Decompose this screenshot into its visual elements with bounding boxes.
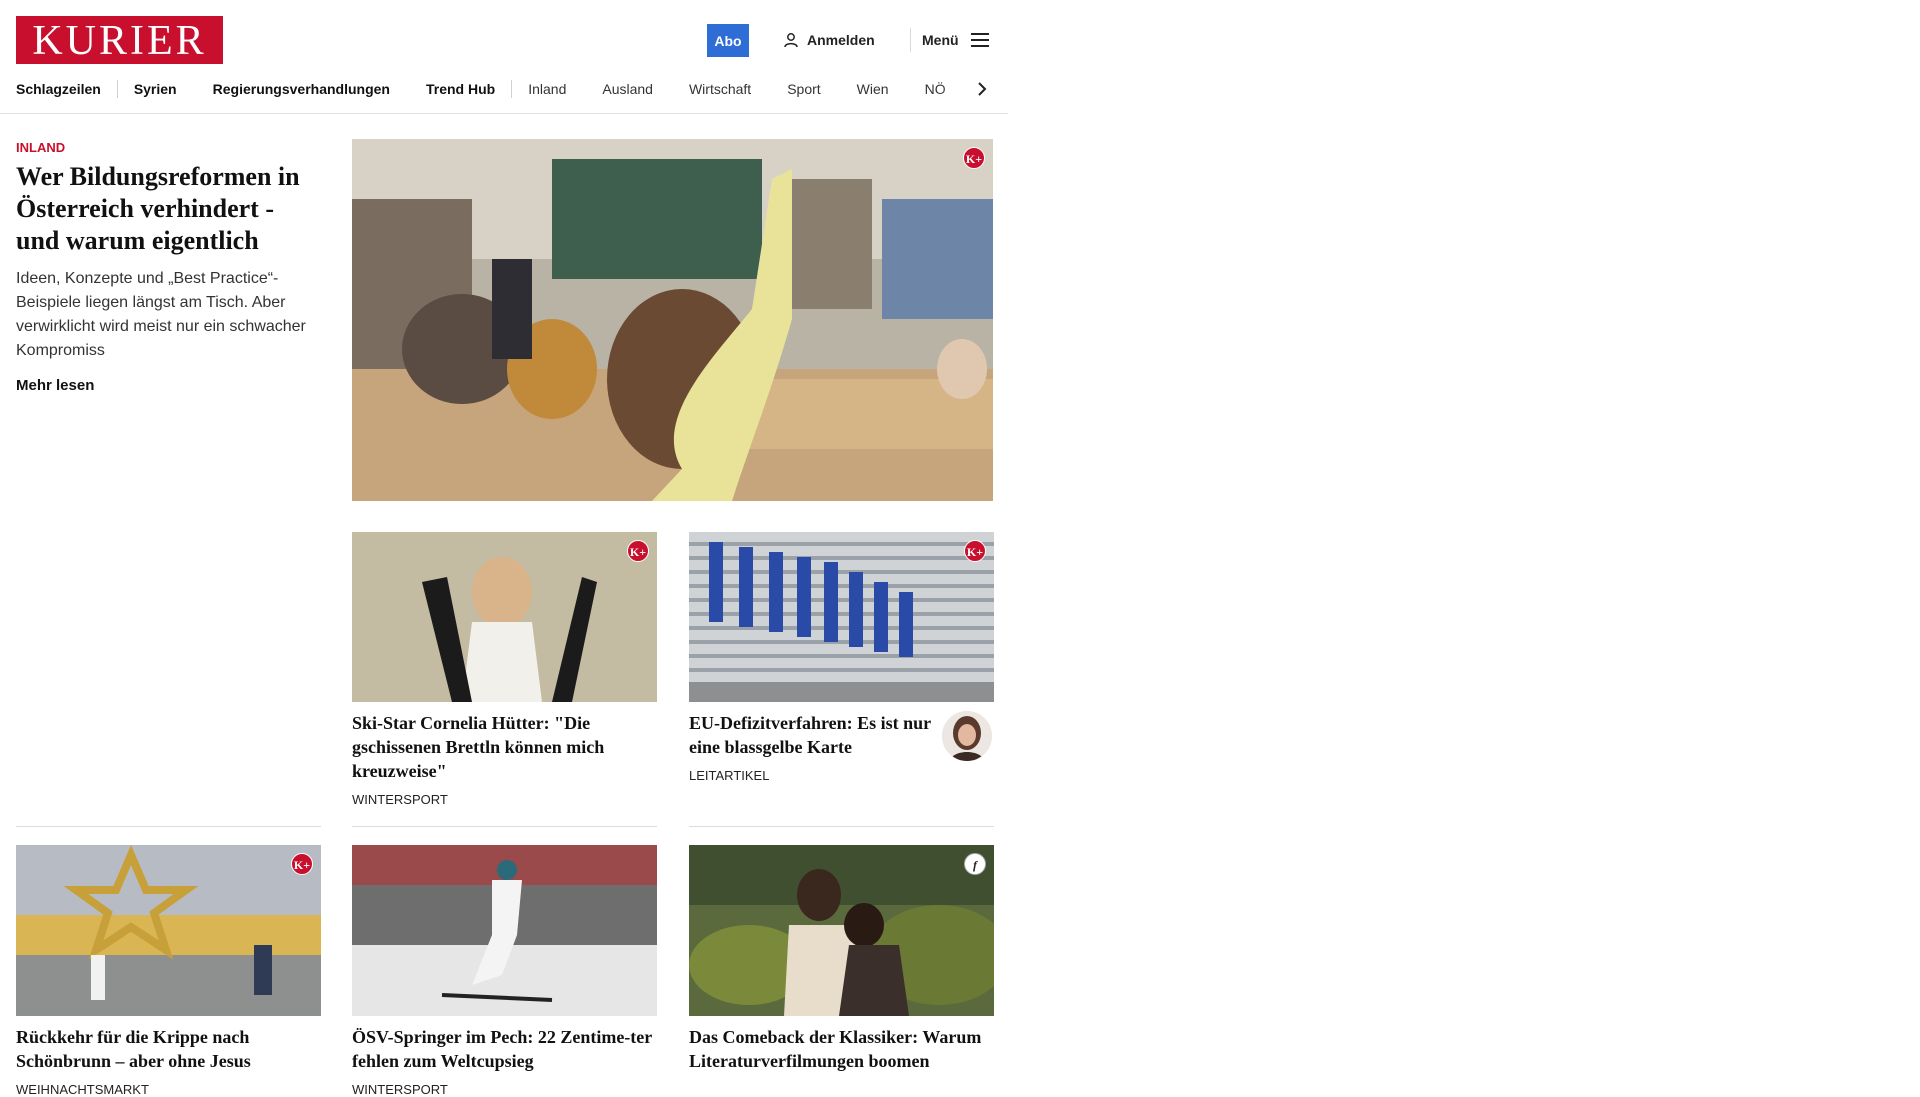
- read-more-link[interactable]: Mehr lesen: [16, 377, 322, 394]
- card-image-huetter[interactable]: K+: [352, 532, 657, 702]
- nav-divider: [511, 80, 513, 98]
- row-divider: [352, 826, 657, 827]
- nav-scroll-right-button[interactable]: [972, 78, 992, 100]
- user-icon: [784, 33, 798, 48]
- login-button[interactable]: Anmelden: [783, 28, 875, 52]
- nav-item-syrien[interactable]: Syrien: [134, 81, 177, 97]
- nav-item-sport[interactable]: Sport: [787, 81, 820, 97]
- card-category[interactable]: Weihnachtsmarkt: [16, 1082, 149, 1097]
- ski-jump-photo: [352, 845, 657, 1016]
- card-image-schoenbrunn[interactable]: K+: [16, 845, 321, 1016]
- nav-item-schlagzeilen[interactable]: Schlagzeilen: [16, 81, 101, 97]
- literature-film-photo: [689, 845, 994, 1016]
- card-title[interactable]: Das Comeback der Klassiker: Warum Litera…: [689, 1025, 994, 1073]
- lead-article[interactable]: Inland Wer Bildungsreformen in Österreic…: [16, 140, 322, 394]
- kplus-badge: K+: [291, 853, 313, 875]
- eu-flags-photo: [689, 532, 994, 702]
- nav-item-regierungsverhandlungen[interactable]: Regierungsverhandlungen: [213, 81, 390, 97]
- kplus-badge: K+: [963, 147, 985, 169]
- card-image-eu-flags[interactable]: K+: [689, 532, 994, 702]
- lead-image-classroom[interactable]: K+: [352, 139, 993, 501]
- row-divider: [689, 826, 994, 827]
- site-header: KURIER Abo Anmelden Menü Schlagzeilen Sy…: [0, 0, 1008, 114]
- nav-item-wirtschaft[interactable]: Wirtschaft: [689, 81, 751, 97]
- hamburger-icon: [970, 33, 989, 47]
- menu-label: Menü: [922, 32, 959, 48]
- kplus-badge: K+: [627, 540, 649, 562]
- header-divider: [910, 28, 911, 52]
- card-title[interactable]: EU-Defizitverfahren: Es ist nur eine bla…: [689, 711, 934, 759]
- card-category[interactable]: Wintersport: [352, 1082, 448, 1097]
- nav-item-wien[interactable]: Wien: [857, 81, 889, 97]
- card-category[interactable]: Wintersport: [352, 792, 448, 807]
- card-title[interactable]: ÖSV-Springer im Pech: 22 Zentime-ter feh…: [352, 1025, 657, 1073]
- kurier-logo[interactable]: KURIER: [16, 16, 223, 64]
- lead-category[interactable]: Inland: [16, 140, 322, 155]
- nav-item-ausland[interactable]: Ausland: [602, 81, 653, 97]
- schoenbrunn-photo: [16, 845, 321, 1016]
- card-title[interactable]: Ski-Star Cornelia Hütter: "Die gschissen…: [352, 711, 657, 783]
- nav-divider: [116, 80, 118, 98]
- card-category[interactable]: Leitartikel: [689, 768, 769, 783]
- ski-star-photo: [352, 532, 657, 702]
- section-navigation: Schlagzeilen Syrien Regierungsverhandlun…: [16, 78, 996, 100]
- classroom-photo: [352, 139, 993, 501]
- row-divider: [16, 826, 321, 827]
- menu-button[interactable]: Menü: [922, 28, 989, 52]
- film-badge: f: [964, 853, 986, 875]
- abo-button[interactable]: Abo: [707, 24, 749, 57]
- lead-title[interactable]: Wer Bildungsreformen in Österreich verhi…: [16, 161, 322, 257]
- author-photo: [942, 711, 992, 761]
- login-label: Anmelden: [807, 32, 875, 48]
- card-image-ski-jump[interactable]: [352, 845, 657, 1016]
- card-title[interactable]: Rückkehr für die Krippe nach Schönbrunn …: [16, 1025, 321, 1073]
- chevron-right-icon: [978, 82, 987, 96]
- nav-item-trend-hub[interactable]: Trend Hub: [426, 81, 495, 97]
- card-image-literature-film[interactable]: f: [689, 845, 994, 1016]
- lead-description: Ideen, Konzepte und „Best Practice“-Beis…: [16, 270, 306, 359]
- kplus-badge: K+: [964, 540, 986, 562]
- author-avatar[interactable]: [942, 711, 992, 761]
- nav-item-inland[interactable]: Inland: [528, 81, 566, 97]
